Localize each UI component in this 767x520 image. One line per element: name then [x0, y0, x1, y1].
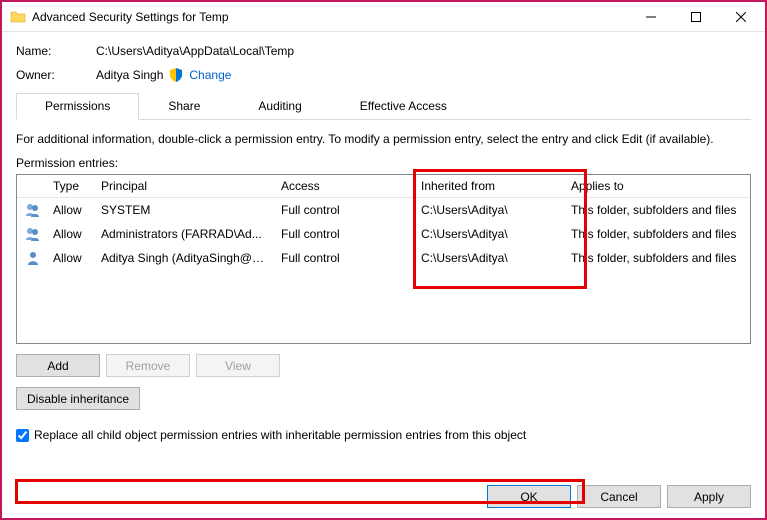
- entry-buttons: Add Remove View: [16, 354, 751, 377]
- name-value: C:\Users\Aditya\AppData\Local\Temp: [96, 44, 294, 58]
- shield-icon: [169, 68, 183, 82]
- cell-inherited: C:\Users\Aditya\: [413, 223, 563, 245]
- cell-access: Full control: [273, 223, 413, 245]
- cell-type: Allow: [45, 247, 93, 269]
- cell-inherited: C:\Users\Aditya\: [413, 247, 563, 269]
- name-row: Name: C:\Users\Aditya\AppData\Local\Temp: [16, 44, 751, 58]
- tab-effective-access[interactable]: Effective Access: [331, 93, 476, 120]
- cell-type: Allow: [45, 199, 93, 221]
- titlebar: Advanced Security Settings for Temp: [2, 2, 765, 32]
- table-header: Type Principal Access Inherited from App…: [17, 175, 750, 198]
- cell-principal: SYSTEM: [93, 199, 273, 221]
- tab-permissions[interactable]: Permissions: [16, 93, 139, 120]
- maximize-button[interactable]: [673, 3, 718, 31]
- view-button: View: [196, 354, 280, 377]
- cell-type: Allow: [45, 223, 93, 245]
- owner-label: Owner:: [16, 68, 96, 82]
- tab-share[interactable]: Share: [139, 93, 229, 120]
- cell-principal: Aditya Singh (AdityaSingh@o...: [93, 247, 273, 269]
- col-applies[interactable]: Applies to: [563, 175, 750, 197]
- col-icon[interactable]: [17, 175, 45, 197]
- principal-icon: [17, 222, 45, 246]
- remove-button: Remove: [106, 354, 190, 377]
- principal-icon: [17, 246, 45, 270]
- col-type[interactable]: Type: [45, 175, 93, 197]
- col-principal[interactable]: Principal: [93, 175, 273, 197]
- principal-icon: [17, 198, 45, 222]
- cell-access: Full control: [273, 199, 413, 221]
- change-owner-link[interactable]: Change: [189, 68, 231, 82]
- name-label: Name:: [16, 44, 96, 58]
- replace-checkbox-label: Replace all child object permission entr…: [34, 428, 526, 442]
- entries-label: Permission entries:: [16, 156, 751, 170]
- permission-table: Type Principal Access Inherited from App…: [16, 174, 751, 344]
- col-inherited[interactable]: Inherited from: [413, 175, 563, 197]
- minimize-button[interactable]: [628, 3, 673, 31]
- window-controls: [628, 3, 763, 31]
- dialog-buttons: OK Cancel Apply: [487, 485, 751, 508]
- ok-button[interactable]: OK: [487, 485, 571, 508]
- cell-applies: This folder, subfolders and files: [563, 199, 750, 221]
- owner-row: Owner: Aditya Singh Change: [16, 68, 751, 82]
- close-button[interactable]: [718, 3, 763, 31]
- table-row[interactable]: Allow Aditya Singh (AdityaSingh@o... Ful…: [17, 246, 750, 270]
- tabs: Permissions Share Auditing Effective Acc…: [16, 92, 751, 120]
- content-area: Name: C:\Users\Aditya\AppData\Local\Temp…: [2, 32, 765, 518]
- folder-icon: [10, 9, 26, 25]
- apply-button[interactable]: Apply: [667, 485, 751, 508]
- table-row[interactable]: Allow SYSTEM Full control C:\Users\Adity…: [17, 198, 750, 222]
- replace-checkbox-row[interactable]: Replace all child object permission entr…: [16, 428, 751, 442]
- window-title: Advanced Security Settings for Temp: [32, 10, 628, 24]
- table-row[interactable]: Allow Administrators (FARRAD\Ad... Full …: [17, 222, 750, 246]
- disable-inheritance-button[interactable]: Disable inheritance: [16, 387, 140, 410]
- replace-checkbox[interactable]: [16, 429, 29, 442]
- owner-name: Aditya Singh: [96, 68, 163, 82]
- add-button[interactable]: Add: [16, 354, 100, 377]
- cell-access: Full control: [273, 247, 413, 269]
- cell-inherited: C:\Users\Aditya\: [413, 199, 563, 221]
- col-access[interactable]: Access: [273, 175, 413, 197]
- cell-applies: This folder, subfolders and files: [563, 223, 750, 245]
- cell-applies: This folder, subfolders and files: [563, 247, 750, 269]
- cancel-button[interactable]: Cancel: [577, 485, 661, 508]
- cell-principal: Administrators (FARRAD\Ad...: [93, 223, 273, 245]
- hint-text: For additional information, double-click…: [16, 132, 751, 146]
- tab-auditing[interactable]: Auditing: [229, 93, 330, 120]
- owner-value: Aditya Singh Change: [96, 68, 231, 82]
- inheritance-buttons: Disable inheritance: [16, 387, 751, 410]
